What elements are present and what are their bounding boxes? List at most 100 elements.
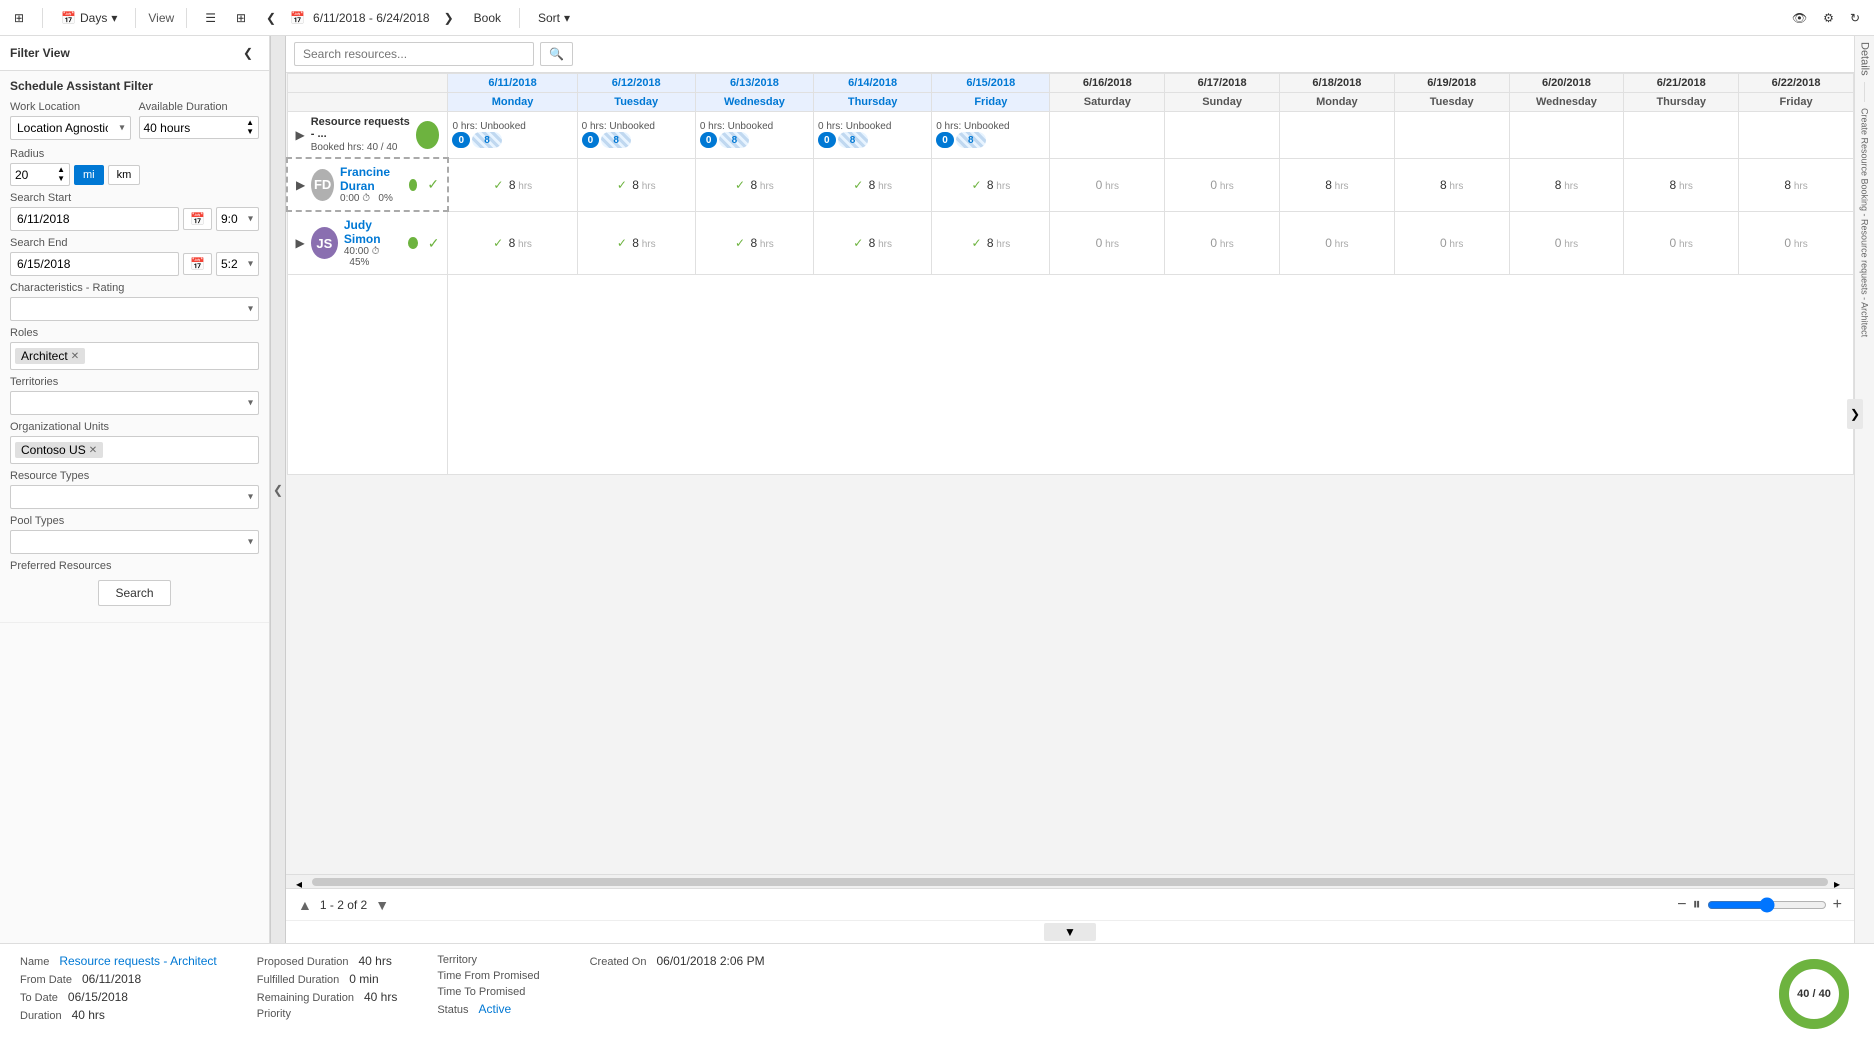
work-location-select[interactable]: Location Agnostic [10, 116, 131, 140]
grid-icon-btn[interactable]: ⊞ [8, 9, 30, 27]
zoom-slider[interactable] [1707, 897, 1827, 913]
roles-input[interactable]: Architect ✕ ▾ [10, 342, 259, 370]
info-col-duration: Proposed Duration 40 hrs Fulfilled Durat… [257, 954, 398, 1020]
pool-types-select[interactable] [10, 530, 259, 554]
expand-icon-judy[interactable]: ▶ [296, 236, 305, 250]
territories-select[interactable] [10, 391, 259, 415]
schedule-assistant-filter-section: Schedule Assistant Filter Work Location … [0, 71, 269, 623]
info-col-main: Name Resource requests - Architect From … [20, 954, 217, 1022]
bar-stripe-4: 8 [956, 132, 986, 148]
radius-km-btn[interactable]: km [108, 165, 141, 185]
characteristics-select[interactable] [10, 297, 259, 321]
scroll-thumb[interactable] [312, 878, 1828, 886]
radius-row: 20 ▲ ▼ mi km [10, 163, 259, 186]
territories-select-wrap: ▾ [10, 391, 259, 415]
check-icon-f3: ✓ [853, 178, 863, 192]
resource-types-select[interactable] [10, 485, 259, 509]
gear-icon: ⚙ [1823, 11, 1834, 25]
days-chevron-icon: ▾ [111, 11, 117, 25]
pool-types-label: Pool Types [10, 515, 259, 527]
list-view-btn[interactable]: ☰ [199, 9, 222, 27]
grid-view-btn[interactable]: ⊞ [230, 9, 252, 27]
hrs-f7: 8 [1325, 178, 1332, 192]
days-dropdown-btn[interactable]: 📅 Days ▾ [55, 9, 123, 27]
down-arrow-center: ▼ [286, 920, 1854, 943]
search-end-date-input[interactable] [10, 252, 179, 276]
resource-types-section: Resource Types ▾ [10, 470, 259, 509]
search-start-label: Search Start [10, 192, 259, 204]
date-header-8: 6/19/2018 [1394, 74, 1509, 93]
scroll-right-btn[interactable]: ▸ [1834, 877, 1844, 887]
org-units-input[interactable]: Contoso US ✕ ▾ [10, 436, 259, 464]
status-row: Status Active [437, 1002, 549, 1016]
filter-collapse-handle[interactable]: ❮ [270, 36, 286, 943]
judy-avatar: JS [311, 227, 338, 259]
pag-up-btn[interactable]: ▲ [298, 897, 312, 913]
judy-row: ▶ JS Judy Simon 40:00 ⏱ 45% ✓ [287, 211, 1854, 275]
zoom-out-btn[interactable]: − [1677, 896, 1686, 914]
donut-wrap: 40 / 40 [1774, 954, 1854, 1034]
right-panel-details-btn[interactable]: Details [1859, 36, 1871, 82]
sort-btn[interactable]: Sort ▾ [532, 9, 576, 27]
search-icon: 🔍 [549, 47, 564, 61]
book-btn[interactable]: Book [468, 9, 507, 27]
unbooked-cell-2: 0 hrs: Unbooked 0 8 [695, 112, 813, 159]
h-scroll-bar[interactable]: ◂ ▸ [286, 874, 1854, 888]
duration-value: 40 hrs [72, 1008, 105, 1022]
search-resources-input[interactable] [294, 42, 534, 66]
pause-btn[interactable]: ⏸ [1693, 896, 1701, 914]
search-start-calendar-btn[interactable]: 📅 [183, 208, 212, 230]
duration-up-btn[interactable]: ▲ [246, 119, 254, 127]
calendar-icon3: 📅 [190, 212, 205, 226]
judy-name[interactable]: Judy Simon [344, 218, 402, 246]
radius-down-btn[interactable]: ▼ [57, 175, 65, 183]
pag-down-btn[interactable]: ▼ [375, 897, 389, 913]
schedule-grid[interactable]: 6/11/2018 6/12/2018 6/13/2018 6/14/2018 … [286, 73, 1854, 874]
search-start-date-input[interactable] [10, 207, 179, 231]
radius-up-btn[interactable]: ▲ [57, 166, 65, 174]
filter-collapse-btn[interactable]: ❮ [237, 44, 259, 62]
duration-label: Duration [20, 1010, 62, 1022]
priority-row: Priority [257, 1008, 398, 1020]
next-date-btn[interactable]: ❯ [438, 9, 460, 27]
available-duration-col: Available Duration 40 hours ▲ ▼ [139, 101, 260, 140]
judy-hours-0: ✓ 8 hrs [448, 211, 577, 275]
judy-hours-4: ✓ 8 hrs [932, 211, 1050, 275]
judy-hours-2: ✓ 8 hrs [695, 211, 813, 275]
roles-tag-remove-btn[interactable]: ✕ [71, 351, 79, 362]
schedule-area: 🔍 6/11/2018 6/12/2018 6/13/2018 6/14/201… [286, 36, 1854, 943]
duration-down-btn[interactable]: ▼ [246, 128, 254, 136]
search-resources-btn[interactable]: 🔍 [540, 42, 573, 66]
search-start-time-wrap: 9:00 AM ▾ [216, 207, 259, 231]
name-value[interactable]: Resource requests - Architect [59, 954, 216, 968]
search-start-time-select[interactable]: 9:00 AM [216, 207, 259, 231]
unbooked-label-4: 0 hrs: Unbooked [936, 121, 1045, 132]
main-layout: Filter View ❮ Schedule Assistant Filter … [0, 36, 1874, 943]
org-units-tag-remove-btn[interactable]: ✕ [89, 445, 97, 456]
date-range: 6/11/2018 - 6/24/2018 [313, 11, 430, 25]
available-duration-label: Available Duration [139, 101, 260, 113]
preferred-resources-section: Preferred Resources [10, 560, 259, 572]
time-from-promised-label: Time From Promised [437, 970, 539, 982]
hrs-j1: 8 [632, 236, 639, 250]
scroll-left-btn[interactable]: ◂ [296, 877, 306, 887]
status-value[interactable]: Active [479, 1002, 512, 1016]
search-end-time-select[interactable]: 5:29 PM [216, 252, 259, 276]
eye-btn[interactable]: 👁 [1786, 9, 1813, 27]
prev-date-btn[interactable]: ❮ [260, 9, 282, 27]
pool-types-section: Pool Types ▾ [10, 515, 259, 554]
expand-icon-francine[interactable]: ▶ [296, 178, 305, 192]
search-button[interactable]: Search [98, 580, 170, 606]
refresh-btn[interactable]: ↻ [1844, 9, 1866, 27]
settings-btn[interactable]: ⚙ [1817, 9, 1840, 27]
right-panel-create-btn[interactable]: Create Resource Booking - Resource reque… [1860, 102, 1870, 343]
zoom-in-btn[interactable]: + [1833, 896, 1842, 914]
francine-name[interactable]: Francine Duran [340, 165, 403, 193]
proposed-duration-row: Proposed Duration 40 hrs [257, 954, 398, 968]
search-end-calendar-btn[interactable]: 📅 [183, 253, 212, 275]
collapse-down-btn[interactable]: ▼ [1044, 923, 1096, 941]
empty-row [287, 275, 1854, 475]
right-expand-btn[interactable]: ❯ [1847, 399, 1863, 429]
expand-icon[interactable]: ▶ [296, 128, 305, 142]
radius-mi-btn[interactable]: mi [74, 165, 104, 185]
